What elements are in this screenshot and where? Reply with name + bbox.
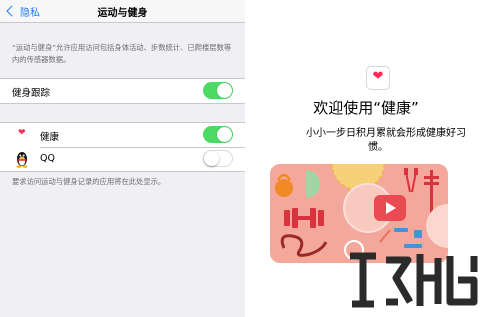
page-title: 运动与健身 [97,8,148,19]
app-label-health: 健康 [40,132,60,143]
section-description: “运动与健身”允许应用访问包括身体活动、步数统计、已爬楼层数等内的传感器数据。 [12,43,232,64]
qq-access-toggle[interactable] [203,150,233,167]
toggle-knob [217,127,232,142]
qq-penguin-icon [16,152,28,168]
app-row-qq: QQ [0,147,245,172]
row-divider [40,147,245,148]
fitness-tracking-label: 健身跟踪 [12,88,51,99]
health-app-icon: ❤ [366,66,390,90]
fitness-tracking-row: 健身跟踪 [0,78,245,104]
toggle-knob [217,83,232,98]
heart-icon: ❤ [18,128,26,138]
health-access-toggle[interactable] [203,126,233,143]
toggle-knob [204,151,219,166]
navigation-bar: 隐私 运动与健身 [0,0,245,23]
apps-footnote: 要求访问运动与健身记录的应用将在此处显示。 [12,177,166,186]
welcome-subtitle-line1: 小小一步日积月累就会形成健康好习 [306,128,466,139]
welcome-subtitle-line2: 惯。 [368,142,388,153]
watermark-logo [350,252,478,308]
fitness-tracking-toggle[interactable] [203,82,233,99]
app-row-health: ❤ 健康 [0,122,245,147]
app-label-qq: QQ [40,153,55,164]
settings-panel: 隐私 运动与健身 “运动与健身”允许应用访问包括身体活动、步数统计、已爬楼层数等… [0,0,245,317]
health-app-heart-icon: ❤ [372,69,384,84]
welcome-title: 欢迎使用“健康” [313,99,419,117]
play-video-button[interactable] [374,195,406,221]
